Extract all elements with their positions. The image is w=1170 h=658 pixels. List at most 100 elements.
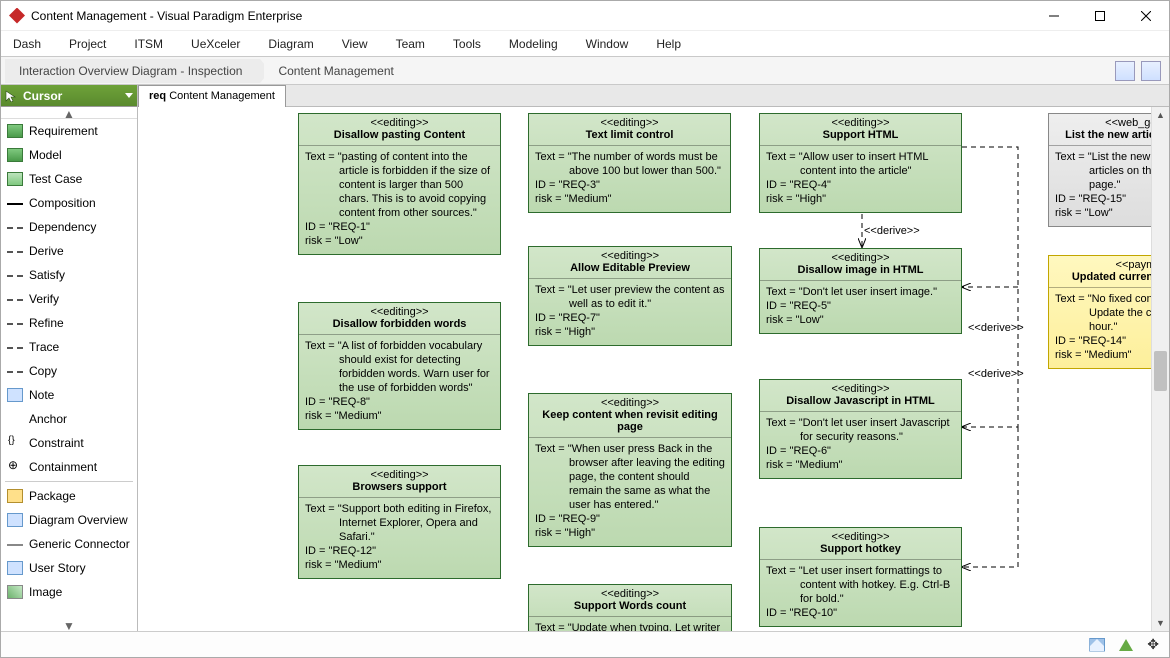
menu-uexceler[interactable]: UeXceler xyxy=(191,37,240,51)
req-text: Text = "Don't let user insert Javascript… xyxy=(766,416,955,444)
mail-icon[interactable] xyxy=(1089,638,1105,652)
breadcrumb-bar: Interaction Overview Diagram - Inspectio… xyxy=(1,57,1169,85)
req-id: ID = "REQ-9" xyxy=(535,512,725,526)
menu-view[interactable]: View xyxy=(342,37,368,51)
requirement-box[interactable]: <<editing>>Disallow Javascript in HTMLTe… xyxy=(759,379,962,479)
palette-composition[interactable]: Composition xyxy=(1,191,137,215)
req-risk: risk = "High" xyxy=(535,526,725,540)
stereotype: <<editing>> xyxy=(535,117,724,129)
menu-tools[interactable]: Tools xyxy=(453,37,481,51)
req-risk: risk = "Medium" xyxy=(535,192,724,206)
palette-label: Package xyxy=(29,489,76,503)
requirement-name: Disallow pasting Content xyxy=(305,129,494,141)
requirement-box[interactable]: <<editing>>Support HTMLText = "Allow use… xyxy=(759,113,962,213)
menu-window[interactable]: Window xyxy=(586,37,629,51)
toolbar-icon-1[interactable] xyxy=(1115,61,1135,81)
menu-project[interactable]: Project xyxy=(69,37,106,51)
menu-dash[interactable]: Dash xyxy=(13,37,41,51)
req-text: Text = "pasting of content into the arti… xyxy=(305,150,494,220)
palette-copy[interactable]: Copy xyxy=(1,359,137,383)
requirement-box[interactable]: <<editing>>Disallow image in HTMLText = … xyxy=(759,248,962,334)
stereotype: <<editing>> xyxy=(535,588,725,600)
palette-label: Containment xyxy=(29,460,97,474)
copy-icon xyxy=(7,364,23,378)
palette-generic-connector[interactable]: Generic Connector xyxy=(1,532,137,556)
requirement-box[interactable]: <<editing>>Allow Editable PreviewText = … xyxy=(528,246,732,346)
req-text: Text = "Allow user to insert HTML conten… xyxy=(766,150,955,178)
palette-satisfy[interactable]: Satisfy xyxy=(1,263,137,287)
dependency-icon xyxy=(7,220,23,234)
stereotype: <<editing>> xyxy=(766,383,955,395)
move-icon[interactable]: ✥ xyxy=(1147,636,1159,653)
palette-model[interactable]: Model xyxy=(1,143,137,167)
menu-modeling[interactable]: Modeling xyxy=(509,37,558,51)
palette-collapse-down[interactable]: ▼ xyxy=(1,619,137,631)
req-id: ID = "REQ-1" xyxy=(305,220,494,234)
toolbar-icon-2[interactable] xyxy=(1141,61,1161,81)
scroll-up-icon[interactable]: ▲ xyxy=(1152,107,1169,123)
menu-diagram[interactable]: Diagram xyxy=(268,37,313,51)
menu-itsm[interactable]: ITSM xyxy=(134,37,163,51)
req-risk: risk = "Low" xyxy=(305,234,494,248)
palette-label: Diagram Overview xyxy=(29,513,128,527)
containment-icon xyxy=(7,460,23,474)
diagram-canvas[interactable]: <<editing>> Disallow pasting Content Text … xyxy=(138,107,1169,631)
palette-test-case[interactable]: Test Case xyxy=(1,167,137,191)
composition-icon xyxy=(7,196,23,210)
palette-user-story[interactable]: User Story xyxy=(1,556,137,580)
palette-note[interactable]: Note xyxy=(1,383,137,407)
requirement-box[interactable]: <<editing>>Keep content when revisit edi… xyxy=(528,393,732,547)
maximize-button[interactable] xyxy=(1077,1,1123,31)
palette-containment[interactable]: Containment xyxy=(1,455,137,479)
palette-verify[interactable]: Verify xyxy=(1,287,137,311)
tab-content-management[interactable]: req Content Management xyxy=(138,85,286,107)
palette-constraint[interactable]: Constraint xyxy=(1,431,137,455)
req-text: Text = "Update when typing. Let writer xyxy=(535,621,725,631)
diagram-overview-icon xyxy=(7,513,23,527)
vertical-scrollbar[interactable]: ▲ ▼ xyxy=(1151,107,1169,631)
close-button[interactable] xyxy=(1123,1,1169,31)
palette-package[interactable]: Package xyxy=(1,484,137,508)
window-title: Content Management - Visual Paradigm Ent… xyxy=(31,9,1031,23)
req-risk: risk = "Medium" xyxy=(305,558,494,572)
palette-diagram-overview[interactable]: Diagram Overview xyxy=(1,508,137,532)
requirement-box[interactable]: <<editing>>Disallow pasting ContentText … xyxy=(298,113,501,255)
minimize-button[interactable] xyxy=(1031,1,1077,31)
req-id: ID = "REQ-3" xyxy=(535,178,724,192)
requirement-box[interactable]: <<editing>>Support hotkeyText = "Let use… xyxy=(759,527,962,627)
breadcrumb-item[interactable]: Interaction Overview Diagram - Inspectio… xyxy=(5,59,260,83)
req-text: Text = "Let user preview the content as … xyxy=(535,283,725,311)
palette-trace[interactable]: Trace xyxy=(1,335,137,359)
req-text: Text = "Support both editing in Firefox,… xyxy=(305,502,494,544)
req-id: ID = "REQ-12" xyxy=(305,544,494,558)
palette-separator xyxy=(5,481,133,482)
req-id: ID = "REQ-8" xyxy=(305,395,494,409)
requirement-box[interactable]: <<editing>>Browsers support Text = "Suppo… xyxy=(298,465,501,579)
palette-refine[interactable]: Refine xyxy=(1,311,137,335)
cursor-dropdown-icon[interactable] xyxy=(121,85,137,106)
connector-label: <<derive>> xyxy=(968,322,1024,334)
requirement-name: Browsers support xyxy=(305,481,494,493)
requirement-box[interactable]: <<editing>>Support Words count Text = "Up… xyxy=(528,584,732,631)
scroll-down-icon[interactable]: ▼ xyxy=(1152,615,1169,631)
palette-requirement[interactable]: Requirement xyxy=(1,119,137,143)
scrollbar-thumb[interactable] xyxy=(1154,351,1167,391)
app-logo-icon xyxy=(9,8,25,24)
palette-anchor[interactable]: Anchor xyxy=(1,407,137,431)
palette-collapse-up[interactable]: ▲ xyxy=(1,107,137,119)
breadcrumb-item[interactable]: Content Management xyxy=(264,59,411,83)
stereotype: <<editing>> xyxy=(766,252,955,264)
requirement-name: Support Words count xyxy=(535,600,725,612)
menu-team[interactable]: Team xyxy=(396,37,425,51)
stereotype: <<editing>> xyxy=(535,250,725,262)
palette-dependency[interactable]: Dependency xyxy=(1,215,137,239)
cursor-tool[interactable]: Cursor xyxy=(1,85,137,107)
requirement-box[interactable]: <<editing>>Disallow forbidden wordsText … xyxy=(298,302,501,430)
status-triangle-icon[interactable] xyxy=(1119,639,1133,651)
stereotype: <<editing>> xyxy=(305,469,494,481)
palette-derive[interactable]: Derive xyxy=(1,239,137,263)
palette-image[interactable]: Image xyxy=(1,580,137,604)
tool-palette: Cursor ▲ RequirementModelTest CaseCompos… xyxy=(1,85,138,631)
menu-help[interactable]: Help xyxy=(656,37,681,51)
requirement-box[interactable]: <<editing>>Text limit controlText = "The… xyxy=(528,113,731,213)
